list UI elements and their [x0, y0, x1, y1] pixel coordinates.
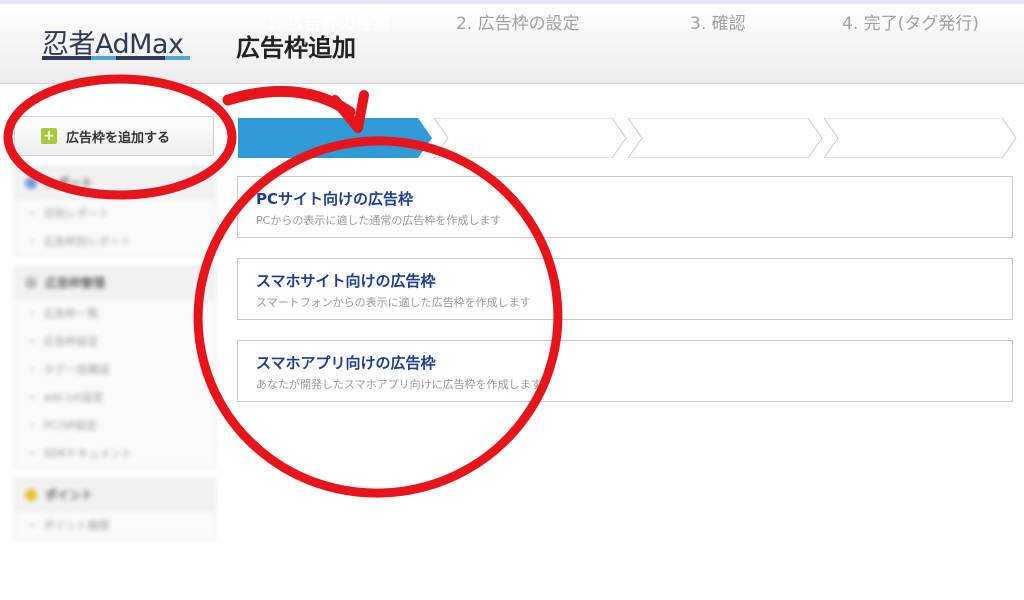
- annotation-arrow: [222, 85, 356, 118]
- step-1-label: 1. 広告枠の種類: [266, 14, 390, 34]
- sidebar-panel-header: レポート: [15, 167, 215, 199]
- add-ad-slot-label: 広告枠を追加する: [66, 130, 171, 146]
- logo-underline: [42, 56, 191, 60]
- option-smartphone-site[interactable]: スマホサイト向けの広告枠 スマートフォンからの表示に適した広告枠を作成します: [237, 258, 1013, 320]
- sidebar-panel-report: レポート 日別レポート 広告枠別レポート: [14, 166, 216, 256]
- sidebar-item[interactable]: PC/SP設定: [15, 411, 215, 439]
- option-description: PCからの表示に適した通常の広告枠を作成します: [256, 214, 502, 227]
- logo-underline-segment: [42, 56, 67, 60]
- sidebar-item[interactable]: SDKドキュメント: [15, 439, 215, 467]
- add-ad-slot-button[interactable]: + 広告枠を追加する: [14, 116, 214, 156]
- sidebar-item[interactable]: 日別レポート: [15, 199, 215, 227]
- logo-underline-segment: [116, 56, 141, 60]
- sidebar-item[interactable]: ads.txt設定: [15, 383, 215, 411]
- coin-icon: [25, 488, 37, 501]
- sidebar: + 広告枠を追加する レポート 日別レポート 広告枠別レポート 広告枠管理 広告…: [14, 116, 218, 540]
- option-smartphone-app[interactable]: スマホアプリ向けの広告枠 あなたが開発したスマホアプリ向けに広告枠を作成します: [237, 340, 1013, 402]
- report-icon: [25, 176, 37, 189]
- logo-underline-segment: [140, 56, 166, 60]
- sidebar-panel-header: 広告枠管理: [15, 267, 215, 299]
- option-pc-site[interactable]: PCサイト向けの広告枠 PCからの表示に適した通常の広告枠を作成します: [237, 176, 1013, 238]
- sidebar-item[interactable]: 広告枠一覧: [15, 299, 215, 327]
- step-2-label: 2. 広告枠の設定: [456, 14, 580, 34]
- plus-icon: +: [41, 128, 57, 144]
- option-description: スマートフォンからの表示に適した広告枠を作成します: [256, 296, 531, 309]
- step-2-arrow[interactable]: [433, 118, 627, 158]
- option-description: あなたが開発したスマホアプリ向けに広告枠を作成します: [256, 378, 542, 391]
- sidebar-item[interactable]: 広告枠別レポート: [15, 227, 215, 255]
- step-indicator: [238, 118, 1017, 158]
- sidebar-panel-points: ポイント ポイント履歴: [14, 478, 216, 540]
- step-4-label: 4. 完了(タグ発行): [842, 14, 979, 34]
- option-title[interactable]: スマホアプリ向けの広告枠: [256, 352, 436, 373]
- step-4-arrow[interactable]: [823, 118, 1017, 158]
- sidebar-item[interactable]: タグ一括確認: [15, 355, 215, 383]
- step-1-arrow[interactable]: [238, 118, 432, 158]
- logo-underline-segment: [165, 56, 191, 60]
- option-title[interactable]: PCサイト向けの広告枠: [256, 188, 413, 209]
- sidebar-item[interactable]: ポイント履歴: [15, 511, 215, 539]
- step-3-arrow[interactable]: [627, 118, 823, 158]
- step-3-label: 3. 確認: [690, 14, 746, 34]
- sidebar-panel-header: ポイント: [15, 479, 215, 511]
- sidebar-panel-ad-management: 広告枠管理 広告枠一覧 広告枠設定 タグ一括確認 ads.txt設定 PC/SP…: [14, 266, 216, 468]
- sidebar-item[interactable]: 広告枠設定: [15, 327, 215, 355]
- option-title[interactable]: スマホサイト向けの広告枠: [256, 270, 436, 291]
- logo-underline-segment: [91, 56, 117, 60]
- logo-underline-segment: [66, 56, 92, 60]
- settings-icon: [25, 276, 37, 289]
